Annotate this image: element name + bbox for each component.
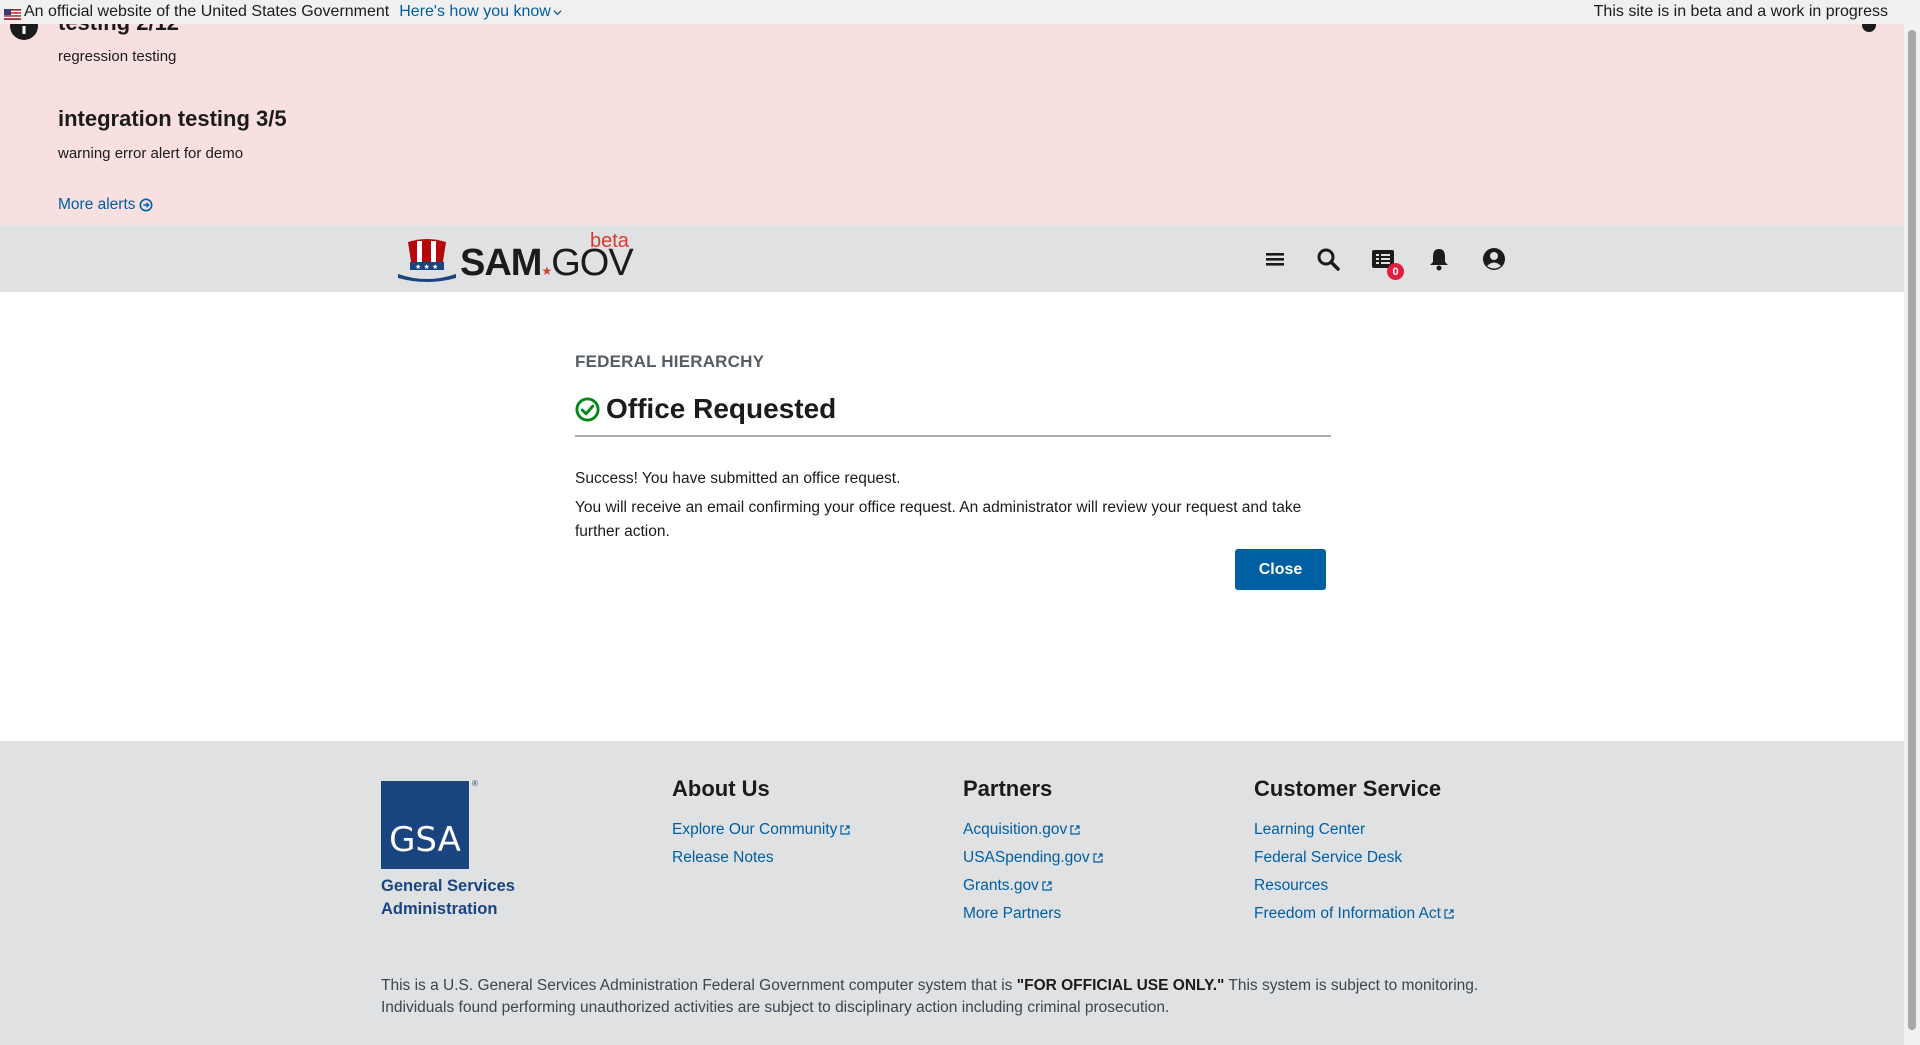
footer-disclaimer: This is a U.S. General Services Administ…	[381, 975, 1501, 1019]
footer-link-resources[interactable]: Resources	[1254, 872, 1454, 900]
footer-link-label: Acquisition.gov	[963, 821, 1068, 838]
footer-link-label: Resources	[1254, 877, 1329, 894]
footer-link-grants[interactable]: Grants.gov	[963, 872, 1103, 900]
footer-link-explore-community[interactable]: Explore Our Community	[672, 816, 850, 844]
alert-body: warning error alert for demo	[58, 145, 244, 162]
footer-link-label: Federal Service Desk	[1254, 849, 1403, 866]
footer-link-usaspending[interactable]: USASpending.gov	[963, 844, 1103, 872]
section-eyebrow: FEDERAL HIERARCHY	[575, 352, 765, 371]
footer-column-about: About Us Explore Our Community Release N…	[672, 776, 850, 872]
search-icon[interactable]	[1315, 246, 1341, 272]
footer-column-customer-service: Customer Service Learning Center Federal…	[1254, 776, 1454, 928]
registered-mark-icon: ®	[472, 779, 478, 788]
disclaimer-bold-text: "FOR OFFICIAL USE ONLY."	[1016, 977, 1225, 994]
bell-icon[interactable]	[1426, 246, 1452, 272]
alert-info-icon	[10, 24, 38, 40]
external-link-icon	[1093, 853, 1103, 863]
footer-link-label: Grants.gov	[963, 877, 1039, 894]
alert-body: regression testing	[58, 48, 177, 65]
external-link-icon	[1444, 909, 1454, 919]
gsa-name-line2: Administration	[381, 900, 498, 918]
footer-link-label: Freedom of Information Act	[1254, 905, 1441, 922]
official-website-text: An official website of the United States…	[24, 3, 390, 20]
external-link-icon	[840, 825, 850, 835]
footer-link-release-notes[interactable]: Release Notes	[672, 844, 850, 872]
footer-column-title: About Us	[672, 776, 770, 801]
more-alerts-link[interactable]: More alerts	[58, 196, 153, 214]
user-account-icon[interactable]	[1481, 246, 1507, 272]
external-link-icon	[1042, 881, 1052, 891]
title-divider	[575, 435, 1331, 437]
footer-link-label: Learning Center	[1254, 821, 1366, 838]
alert-close-icon[interactable]	[1862, 24, 1876, 32]
chevron-down-icon	[553, 9, 562, 15]
uncle-sam-hat-icon: ★ ★ ★	[398, 239, 456, 282]
vertical-scrollbar[interactable]	[1904, 24, 1920, 1045]
footer-link-label: Release Notes	[672, 849, 774, 866]
gsa-name-line1: General Services	[381, 877, 515, 895]
site-footer: GSA ® General Services Administration Ab…	[0, 741, 1904, 1045]
external-link-icon	[1070, 825, 1080, 835]
notification-count-badge: 0	[1387, 263, 1404, 280]
disclaimer-text: This is a U.S. General Services Administ…	[381, 977, 1017, 994]
footer-link-label: USASpending.gov	[963, 849, 1090, 866]
gov-banner: An official website of the United States…	[0, 0, 1920, 24]
star-icon: ★	[541, 264, 552, 278]
heres-how-you-know-link[interactable]: Here's how you know	[399, 3, 562, 21]
site-header: ★ ★ ★ SAM★GOV beta 0	[0, 225, 1904, 292]
menu-icon[interactable]	[1262, 246, 1288, 272]
gsa-name: General Services Administration	[381, 875, 515, 921]
footer-link-federal-service-desk[interactable]: Federal Service Desk	[1254, 844, 1454, 872]
us-flag-icon	[4, 7, 21, 20]
footer-column-title: Customer Service	[1254, 776, 1442, 801]
arrow-circle-right-icon	[139, 198, 153, 212]
footer-link-acquisition[interactable]: Acquisition.gov	[963, 816, 1103, 844]
heres-how-you-know-label: Here's how you know	[399, 3, 551, 20]
info-message: You will receive an email confirming you…	[575, 499, 1302, 540]
footer-link-more-partners[interactable]: More Partners	[963, 900, 1103, 928]
page-title: Office Requested	[606, 393, 837, 424]
logo-sam-text: SAM	[460, 242, 542, 284]
sam-gov-logo[interactable]: ★ ★ ★ SAM★GOV beta	[398, 231, 634, 284]
footer-column-partners: Partners Acquisition.gov USASpending.gov…	[963, 776, 1103, 928]
gsa-logo[interactable]: GSA	[381, 781, 469, 869]
beta-notice: This site is in beta and a work in progr…	[1593, 3, 1888, 20]
header-nav-icons: 0	[1262, 246, 1507, 280]
close-button[interactable]: Close	[1235, 549, 1326, 590]
alerts-panel: testing 2/12 regression testing integrat…	[0, 24, 1920, 225]
footer-link-label: More Partners	[963, 905, 1062, 922]
logo-wordmark: SAM★GOV beta	[460, 231, 634, 284]
more-alerts-label: More alerts	[58, 196, 136, 213]
svg-text:★ ★ ★: ★ ★ ★	[415, 263, 438, 271]
footer-link-learning-center[interactable]: Learning Center	[1254, 816, 1454, 844]
alert-title: integration testing 3/5	[58, 106, 287, 131]
alert-title: testing 2/12	[58, 24, 179, 36]
footer-link-label: Explore Our Community	[672, 821, 838, 838]
gsa-logo-text: GSA	[389, 820, 461, 860]
footer-column-title: Partners	[963, 776, 1053, 801]
scrollbar-thumb[interactable]	[1908, 30, 1916, 1030]
main-content: FEDERAL HIERARCHY Office Requested Succe…	[575, 352, 1331, 590]
check-circle-icon	[575, 396, 600, 422]
success-message: Success! You have submitted an office re…	[575, 470, 901, 487]
footer-link-foia[interactable]: Freedom of Information Act	[1254, 900, 1454, 928]
page-title-row: Office Requested	[575, 393, 1331, 425]
logo-beta-text: beta	[590, 230, 629, 252]
messages-icon[interactable]: 0	[1370, 246, 1404, 280]
